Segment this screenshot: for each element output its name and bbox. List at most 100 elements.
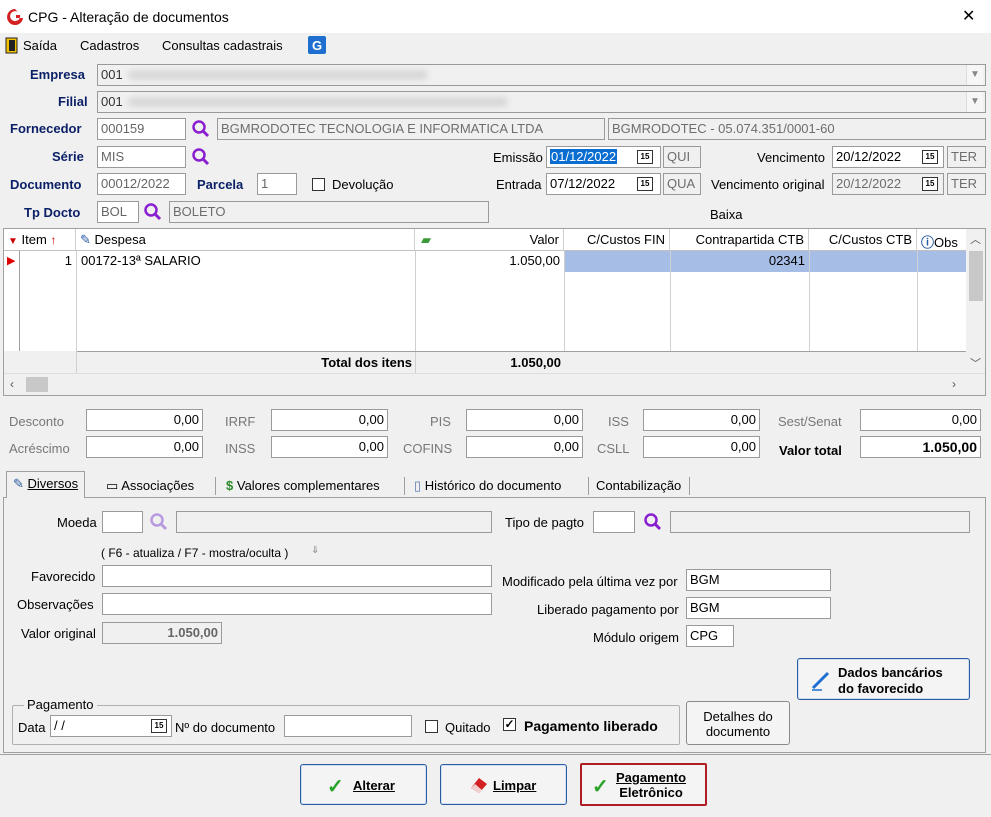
ndoc-input[interactable] bbox=[284, 715, 412, 737]
row-valor: 1.050,00 bbox=[509, 253, 560, 268]
search-icon[interactable] bbox=[191, 147, 211, 167]
scroll-left-icon[interactable]: ‹ bbox=[10, 377, 14, 391]
tab-contabilizacao[interactable]: Contabilização bbox=[590, 474, 687, 498]
calendar-icon[interactable]: 15 bbox=[922, 150, 938, 164]
search-icon[interactable] bbox=[143, 202, 163, 222]
col-valor[interactable]: ▰ Valor bbox=[415, 229, 564, 251]
pencil-icon: ✎ bbox=[13, 476, 24, 491]
cofins-label: COFINS bbox=[403, 441, 453, 456]
menu-cadastros[interactable]: Cadastros bbox=[80, 38, 139, 53]
moeda-input[interactable] bbox=[102, 511, 143, 533]
menu-saida[interactable]: Saída bbox=[23, 38, 57, 53]
acrescimo-input[interactable]: 0,00 bbox=[86, 436, 203, 458]
tpdocto-input[interactable]: BOL bbox=[97, 201, 139, 223]
inss-input[interactable]: 0,00 bbox=[271, 436, 388, 458]
col-despesa[interactable]: ✎ Despesa bbox=[76, 229, 415, 251]
col-obs[interactable]: ⓘObs bbox=[917, 229, 967, 251]
entrada-day: QUA bbox=[663, 173, 701, 195]
baixa-label: Baixa bbox=[710, 207, 743, 222]
scroll-thumb[interactable] bbox=[969, 251, 983, 301]
table-row[interactable]: ▶ 1 00172-13ª SALARIO 1.050,00 02341 bbox=[4, 251, 966, 272]
sest-input[interactable]: 0,00 bbox=[860, 409, 981, 431]
irrf-input[interactable]: 0,00 bbox=[271, 409, 388, 431]
search-icon[interactable] bbox=[191, 119, 211, 139]
chevron-down-icon[interactable]: ▼ bbox=[966, 92, 983, 112]
items-grid[interactable]: ▼ Item ↑ ✎ Despesa ▰ Valor C/Custos FIN … bbox=[3, 228, 986, 396]
tab-associacoes[interactable]: ▭ Associações bbox=[100, 474, 200, 498]
col-ccustos-fin[interactable]: C/Custos FIN bbox=[564, 229, 670, 251]
modificado-label: Modificado pela última vez por bbox=[502, 574, 678, 589]
menu-consultas[interactable]: Consultas cadastrais bbox=[162, 38, 283, 53]
horizontal-scrollbar[interactable]: ‹ › bbox=[4, 373, 985, 395]
liberado-input[interactable]: BGM bbox=[686, 597, 831, 619]
quitado-checkbox[interactable] bbox=[425, 720, 438, 733]
row-contrapartida[interactable]: 02341 bbox=[671, 251, 809, 272]
observacoes-input[interactable] bbox=[102, 593, 492, 615]
filial-value: 001 bbox=[101, 94, 123, 109]
limpar-button[interactable]: Limpar bbox=[440, 764, 567, 805]
empresa-select[interactable]: 001 bbox=[97, 64, 986, 86]
row-pointer-icon: ▶ bbox=[7, 255, 16, 267]
cofins-input[interactable]: 0,00 bbox=[466, 436, 583, 458]
desconto-input[interactable]: 0,00 bbox=[86, 409, 203, 431]
calendar-icon[interactable]: 15 bbox=[637, 177, 653, 191]
pagamento-liberado-checkbox[interactable]: ✓ bbox=[503, 718, 516, 731]
serie-input[interactable]: MIS bbox=[97, 146, 186, 168]
chevron-down-icon[interactable]: ▼ bbox=[966, 65, 983, 85]
search-icon[interactable] bbox=[149, 512, 169, 532]
detalhes-line1: Detalhes do bbox=[703, 709, 773, 724]
tab-valores-complementares[interactable]: $ Valores complementares bbox=[220, 474, 386, 498]
irrf-label: IRRF bbox=[225, 414, 256, 429]
fornecedor-name-field: BGMRODOTEC TECNOLOGIA E INFORMATICA LTDA bbox=[217, 118, 605, 140]
col-ccustos-ctb[interactable]: C/Custos CTB bbox=[809, 229, 917, 251]
brand-g-icon[interactable]: G bbox=[308, 36, 326, 54]
tab-diversos[interactable]: ✎ Diversos bbox=[6, 471, 86, 498]
csll-input[interactable]: 0,00 bbox=[643, 436, 760, 458]
iss-input[interactable]: 0,00 bbox=[643, 409, 760, 431]
detalhes-documento-button[interactable]: Detalhes do documento bbox=[686, 701, 790, 745]
tab-historico[interactable]: ▯ Histórico do documento bbox=[408, 474, 567, 498]
svg-text:G: G bbox=[312, 38, 322, 53]
alterar-button[interactable]: ✓ Alterar bbox=[300, 764, 427, 805]
modificado-input[interactable]: BGM bbox=[686, 569, 831, 591]
pis-input[interactable]: 0,00 bbox=[466, 409, 583, 431]
hscroll-thumb[interactable] bbox=[26, 377, 48, 392]
emissao-day: QUI bbox=[663, 146, 701, 168]
calendar-icon[interactable]: 15 bbox=[151, 719, 167, 733]
empresa-label: Empresa bbox=[30, 67, 85, 82]
dados-bancarios-button[interactable]: Dados bancários do favorecido bbox=[797, 658, 970, 700]
scroll-up-icon[interactable]: ︿ bbox=[970, 231, 981, 247]
fornecedor-code-input[interactable]: 000159 bbox=[97, 118, 186, 140]
vencimento-original-label: Vencimento original bbox=[711, 177, 825, 192]
scroll-right-icon[interactable]: › bbox=[952, 377, 956, 391]
scroll-down-icon[interactable]: ﹀ bbox=[970, 355, 981, 371]
parcela-input[interactable]: 1 bbox=[257, 173, 297, 195]
calendar-icon[interactable]: 15 bbox=[637, 150, 653, 164]
row-ccustos-ctb[interactable] bbox=[810, 251, 917, 272]
pagamento-eletronico-button[interactable]: ✓ Pagamento Eletrônico bbox=[580, 763, 707, 806]
documento-input[interactable]: 00012/2022 bbox=[97, 173, 186, 195]
alterar-label: Alterar bbox=[353, 778, 395, 793]
row-item: 1 bbox=[64, 253, 72, 268]
tab-separator bbox=[689, 477, 690, 495]
pagamento-line2: Eletrônico bbox=[619, 785, 683, 800]
row-ccustos-fin[interactable] bbox=[565, 251, 670, 272]
entrada-label: Entrada bbox=[496, 177, 542, 192]
modulo-input[interactable]: CPG bbox=[686, 625, 734, 647]
documento-label: Documento bbox=[10, 177, 82, 192]
devolucao-checkbox[interactable] bbox=[312, 178, 325, 191]
close-icon[interactable]: ✕ bbox=[962, 6, 975, 26]
col-item[interactable]: ▼ Item ↑ bbox=[4, 229, 76, 251]
tab-diversos-label: Diversos bbox=[27, 476, 79, 491]
exit-door-icon[interactable] bbox=[5, 37, 19, 54]
inss-label: INSS bbox=[225, 441, 256, 456]
row-obs[interactable] bbox=[918, 251, 966, 272]
col-contrapartida[interactable]: Contrapartida CTB bbox=[670, 229, 809, 251]
favorecido-input[interactable] bbox=[102, 565, 492, 587]
pagamento-liberado-label: Pagamento liberado bbox=[524, 718, 658, 734]
filial-select[interactable]: 001 bbox=[97, 91, 986, 113]
check-icon: ✓ bbox=[327, 776, 344, 798]
tipo-pagto-input[interactable] bbox=[593, 511, 635, 533]
vertical-scrollbar[interactable]: ︿ ﹀ bbox=[966, 229, 985, 373]
search-icon[interactable] bbox=[643, 512, 663, 532]
